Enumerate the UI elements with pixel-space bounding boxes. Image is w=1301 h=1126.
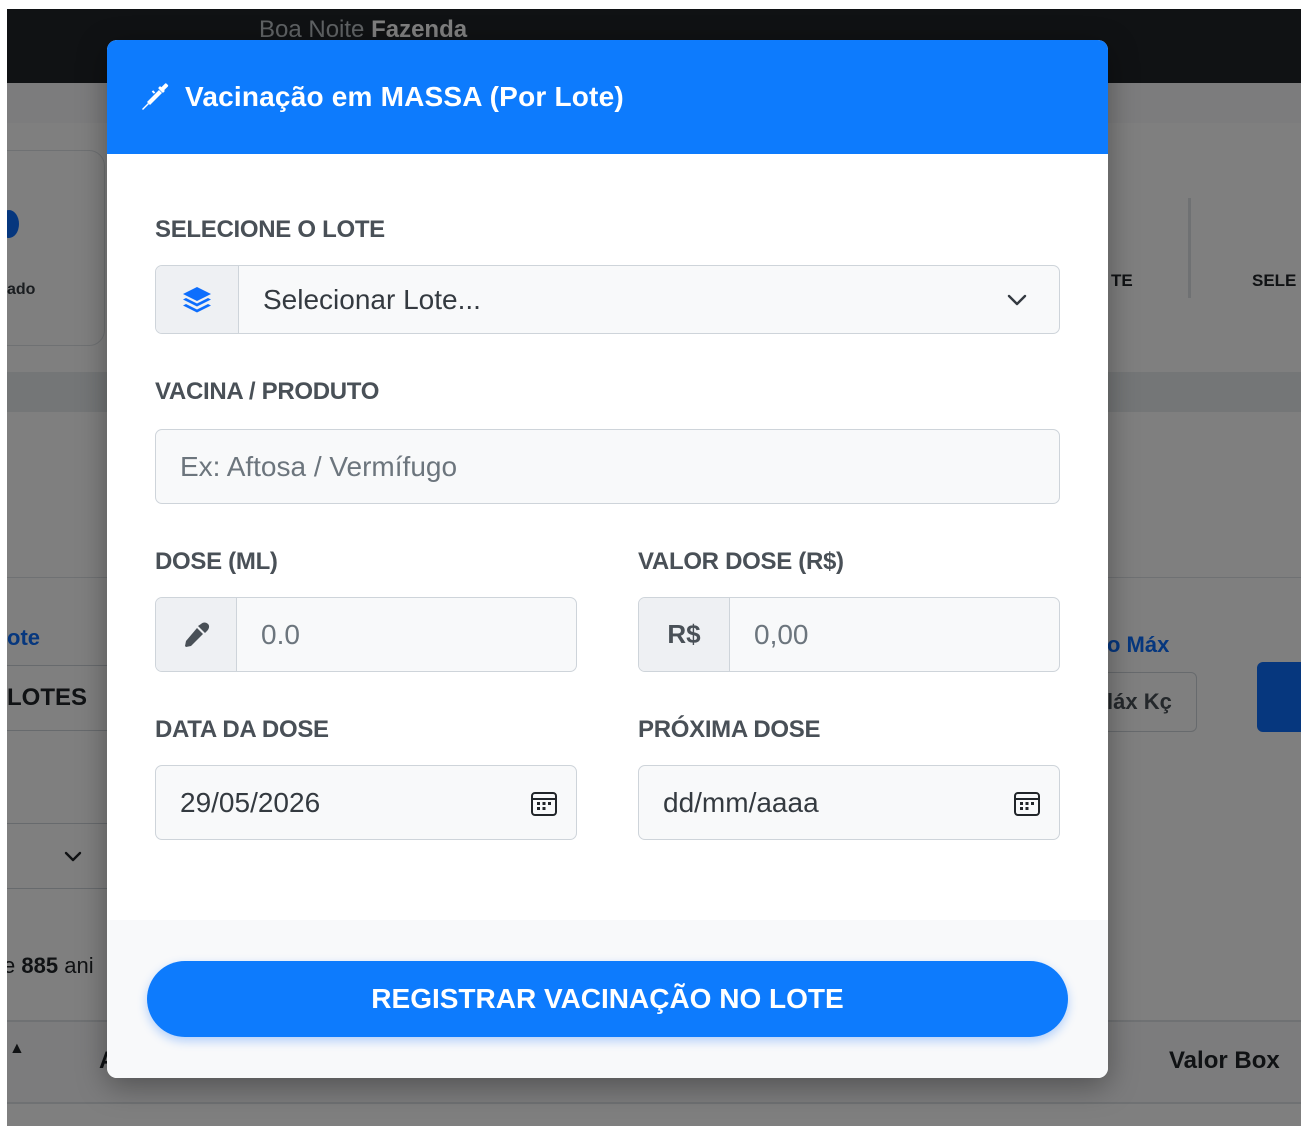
calendar-icon xyxy=(1014,791,1040,816)
data-dose-picker[interactable] xyxy=(512,766,576,839)
data-dose-value: 29/05/2026 xyxy=(180,786,321,818)
lote-addon xyxy=(156,266,239,333)
calendar-icon xyxy=(531,791,557,816)
modal-title: Vacinação em MASSA (Por Lote) xyxy=(185,81,624,112)
dose-addon xyxy=(156,598,237,671)
window-edge-top xyxy=(0,0,1301,9)
proxima-dose-label: PRÓXIMA DOSE xyxy=(638,716,821,743)
window-edge-left xyxy=(0,0,7,1126)
valor-placeholder: 0,00 xyxy=(754,618,809,650)
lote-select-value: Selecionar Lote... xyxy=(263,283,481,315)
proxima-dose-picker[interactable] xyxy=(995,766,1059,839)
chevron-down-icon xyxy=(1007,294,1027,305)
lote-select[interactable]: Selecionar Lote... xyxy=(155,265,1060,334)
valor-label: VALOR DOSE (R$) xyxy=(638,548,844,575)
data-dose-input[interactable]: 29/05/2026 xyxy=(155,765,577,840)
layers-icon xyxy=(183,286,211,312)
currency-prefix: R$ xyxy=(639,598,730,671)
proxima-dose-input[interactable]: dd/mm/aaaa xyxy=(638,765,1060,840)
modal-header: Vacinação em MASSA (Por Lote) xyxy=(107,40,1108,154)
lote-select-caret xyxy=(975,266,1059,333)
syringe-icon xyxy=(142,83,169,110)
dose-placeholder: 0.0 xyxy=(261,618,300,650)
dose-input[interactable]: 0.0 xyxy=(155,597,577,672)
vaccination-modal: Vacinação em MASSA (Por Lote) SELECIONE … xyxy=(107,40,1108,1078)
lote-label: SELECIONE O LOTE xyxy=(155,216,385,243)
vacina-label: VACINA / PRODUTO xyxy=(155,378,380,405)
vacina-input[interactable]: Ex: Aftosa / Vermífugo xyxy=(155,429,1060,504)
vacina-placeholder: Ex: Aftosa / Vermífugo xyxy=(180,450,458,482)
dose-label: DOSE (ML) xyxy=(155,548,278,575)
proxima-dose-placeholder: dd/mm/aaaa xyxy=(663,786,819,818)
eyedropper-icon xyxy=(185,622,210,647)
register-vaccination-button[interactable]: REGISTRAR VACINAÇÃO NO LOTE xyxy=(147,961,1068,1037)
data-dose-label: DATA DA DOSE xyxy=(155,716,329,743)
valor-input[interactable]: R$ 0,00 xyxy=(638,597,1060,672)
